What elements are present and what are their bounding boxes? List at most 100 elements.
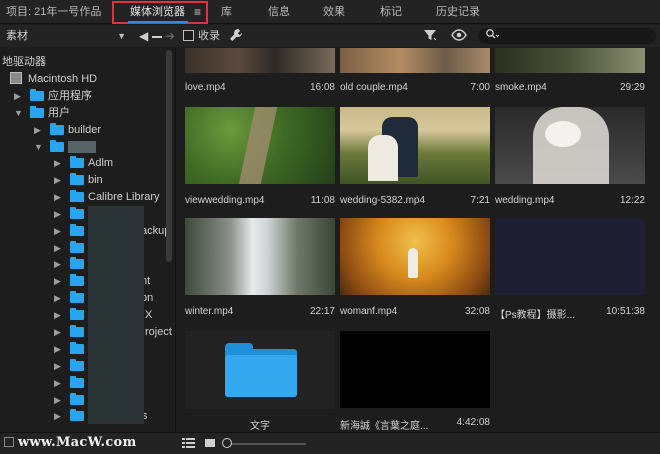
video-thumbnail <box>340 107 490 184</box>
folder-icon <box>70 308 84 320</box>
zoom-slider-track[interactable] <box>230 443 306 445</box>
location-dropdown[interactable]: 素材 ▼ <box>4 28 128 44</box>
thumbnail-bouquet <box>545 121 581 147</box>
collect-checkbox[interactable] <box>183 30 194 41</box>
video-thumbnail <box>185 48 335 73</box>
folder-icon <box>70 190 84 202</box>
redacted-area <box>88 206 144 424</box>
tree-scrollbar[interactable] <box>166 50 172 262</box>
media-card[interactable]: 新海誠《言葉之庭... 4:42:08 <box>340 331 490 432</box>
expand-triangle-icon[interactable]: ▶ <box>54 341 61 357</box>
video-thumbnail <box>495 107 645 184</box>
folder-icon <box>70 325 84 337</box>
list-view-icon[interactable] <box>182 437 196 453</box>
tab-project[interactable]: 项目: 21年一号作品 <box>6 0 101 24</box>
expand-triangle-icon[interactable]: ▶ <box>54 290 61 306</box>
panel-menu-icon[interactable]: ≡ <box>194 0 201 24</box>
thumbnail-dress <box>368 135 398 181</box>
media-card[interactable]: winter.mp4 22:17 <box>185 218 335 318</box>
folder-icon <box>30 89 44 101</box>
folder-icon <box>70 257 84 269</box>
zoom-slider-handle[interactable] <box>222 438 232 448</box>
icon-view-icon[interactable] <box>204 437 216 453</box>
folder-icon <box>70 342 84 354</box>
watermark-text: www.MacW.com <box>18 435 137 450</box>
bottom-bar: www.MacW.com <box>0 432 660 454</box>
tab-markers[interactable]: 标记 <box>380 0 402 24</box>
expand-triangle-icon[interactable]: ▶ <box>54 223 61 239</box>
media-grid: love.mp4 16:08 old couple.mp4 7:00 smoke… <box>177 48 660 432</box>
expand-triangle-icon[interactable]: ▶ <box>34 122 41 138</box>
expand-triangle-icon[interactable]: ▶ <box>54 155 61 171</box>
location-label: 素材 <box>6 30 28 42</box>
media-card[interactable]: old couple.mp4 7:00 <box>340 48 490 100</box>
folder-icon <box>70 376 84 388</box>
folder-icon <box>70 241 84 253</box>
browser-toolbar: 素材 ▼ ◀ ➔ 收录 <box>0 25 660 47</box>
back-arrow-icon[interactable]: ◀ <box>139 28 148 44</box>
expand-triangle-icon[interactable]: ▶ <box>54 375 61 391</box>
folder-icon <box>70 156 84 168</box>
folder-icon <box>70 173 84 185</box>
thumbnail-path <box>238 107 278 184</box>
folder-icon <box>30 106 44 118</box>
media-card[interactable]: wedding-5382.mp4 7:21 <box>340 107 490 207</box>
lock-icon[interactable] <box>4 437 14 447</box>
expand-triangle-icon[interactable]: ▶ <box>54 392 61 408</box>
expand-triangle-icon[interactable]: ▶ <box>14 88 21 104</box>
search-icon <box>485 28 501 45</box>
video-thumbnail <box>185 107 335 184</box>
media-card[interactable]: womanf.mp4 32:08 <box>340 218 490 318</box>
tab-history[interactable]: 历史记录 <box>436 0 480 24</box>
folder-icon <box>225 343 297 397</box>
hard-drive-icon <box>10 72 22 84</box>
tab-info[interactable]: 信息 <box>268 0 290 24</box>
tab-effects[interactable]: 效果 <box>323 0 345 24</box>
expand-triangle-icon[interactable]: ▶ <box>54 240 61 256</box>
redacted-username <box>68 141 96 153</box>
search-input[interactable] <box>478 28 656 44</box>
media-card[interactable]: smoke.mp4 29:29 <box>495 48 645 100</box>
video-thumbnail <box>495 218 645 295</box>
expand-triangle-icon[interactable]: ▶ <box>54 256 61 272</box>
media-card[interactable]: 【Ps教程】摄影... 10:51:38 <box>495 218 645 321</box>
tab-library[interactable]: 库 <box>221 0 232 24</box>
folder-icon <box>70 359 84 371</box>
folder-icon <box>70 224 84 236</box>
wrench-icon[interactable] <box>229 28 243 44</box>
thumbnail-figure <box>408 248 418 278</box>
back-arrow-shaft <box>152 36 162 38</box>
panel-tab-bar: 项目: 21年一号作品 媒体浏览器 ≡ 库 信息 效果 标记 历史记录 <box>0 0 660 24</box>
filter-icon[interactable] <box>423 28 437 44</box>
media-card[interactable]: viewwedding.mp4 11:08 <box>185 107 335 207</box>
video-thumbnail <box>495 48 645 73</box>
media-card[interactable]: love.mp4 16:08 <box>185 48 335 100</box>
video-thumbnail <box>185 218 335 295</box>
folder-tree: 地驱动器 Macintosh HD ▶ 应用程序 ▼ 用户 ▶ builder … <box>0 48 176 432</box>
video-thumbnail <box>340 218 490 295</box>
active-tab-underline <box>128 21 188 23</box>
expand-triangle-icon[interactable]: ▶ <box>54 324 61 340</box>
expand-triangle-icon[interactable]: ▶ <box>54 172 61 188</box>
expand-triangle-icon[interactable]: ▶ <box>54 189 61 205</box>
video-thumbnail <box>340 48 490 73</box>
collect-label: 收录 <box>198 30 220 42</box>
expand-triangle-icon[interactable]: ▶ <box>54 358 61 374</box>
folder-icon <box>70 274 84 286</box>
expand-triangle-icon[interactable]: ▶ <box>54 273 61 289</box>
folder-icon <box>50 140 64 152</box>
folder-icon <box>70 207 84 219</box>
folder-icon <box>70 409 84 421</box>
eye-icon[interactable] <box>451 28 467 44</box>
folder-icon <box>70 291 84 303</box>
expand-triangle-icon[interactable]: ▶ <box>54 307 61 323</box>
collapse-triangle-icon[interactable]: ▼ <box>34 139 43 155</box>
media-card[interactable]: wedding.mp4 12:22 <box>495 107 645 207</box>
expand-triangle-icon[interactable]: ▶ <box>54 206 61 222</box>
folder-icon <box>70 393 84 405</box>
folder-card[interactable]: 文字 <box>185 331 335 432</box>
folder-icon <box>50 123 64 135</box>
forward-arrow-icon[interactable]: ➔ <box>165 28 175 44</box>
expand-triangle-icon[interactable]: ▶ <box>54 408 61 424</box>
collapse-triangle-icon[interactable]: ▼ <box>14 105 23 121</box>
